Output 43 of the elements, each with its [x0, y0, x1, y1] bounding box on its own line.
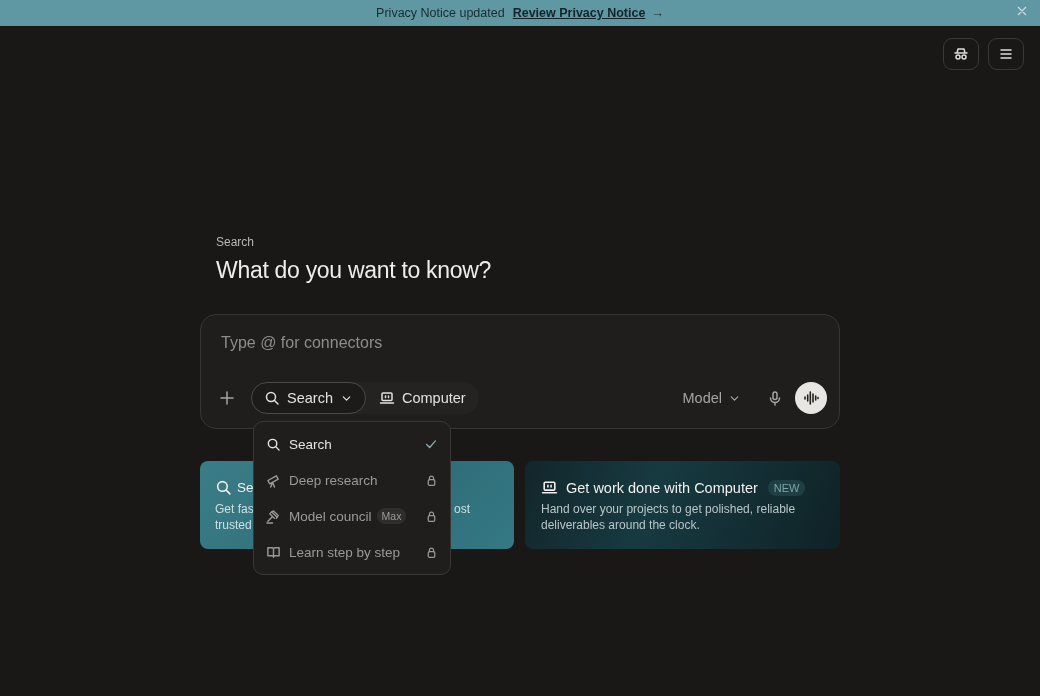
telescope-icon [266, 472, 281, 488]
card-text: Hand over your projects to get polished, reliable [541, 501, 796, 517]
mode-label: Search [215, 235, 256, 249]
waveform-icon [803, 390, 819, 406]
new-badge: NEW [767, 479, 806, 496]
model-dropdown[interactable]: Model [676, 384, 747, 412]
menu-button[interactable] [988, 38, 1024, 70]
lock-icon [425, 545, 438, 559]
glasses-icon [953, 46, 969, 62]
plus-icon [219, 390, 235, 406]
plan-badge: Max [376, 508, 407, 524]
menu-item[interactable]: Deep research [266, 462, 438, 498]
lock-icon [425, 509, 438, 523]
laptop-icon [541, 479, 558, 496]
feature-card[interactable]: Get work done with Computer NEW Hand over your projects to get polished, reliable deliverables around the clock. [525, 461, 840, 549]
arrow-glyph: → [651, 6, 664, 20]
card-text: ost [454, 501, 470, 517]
voice-mode-button[interactable] [795, 382, 827, 414]
card-title: Get work done with Computer [566, 479, 758, 496]
search-icon [264, 390, 280, 406]
card-text: Get fas [215, 501, 254, 517]
banner-text: Privacy Notice updated [376, 6, 505, 20]
gavel-icon [266, 508, 281, 524]
close-icon [1016, 5, 1028, 17]
card-text: deliverables around the clock. [541, 517, 700, 533]
card-title: Se [237, 480, 254, 495]
menu-item[interactable]: Learn step by step [266, 534, 438, 570]
microphone-icon [767, 390, 783, 406]
page-heading: What do you want to know? [216, 257, 493, 284]
laptop-icon [378, 390, 395, 406]
search-icon [215, 479, 232, 496]
incognito-button[interactable] [943, 38, 979, 70]
menu-item[interactable]: Search [266, 426, 438, 462]
mode-button[interactable]: Search [251, 382, 366, 414]
menu-icon [998, 46, 1014, 62]
query-field[interactable]: Type @ for connectors [221, 332, 827, 354]
search-icon [266, 436, 281, 452]
menu-item[interactable]: Model council Max [266, 498, 438, 534]
mode-button[interactable]: Computer [365, 382, 479, 414]
lock-icon [425, 473, 438, 487]
review-link[interactable]: Review Privacy Notice [512, 6, 646, 20]
card-text: trusted [215, 517, 252, 533]
book-icon [266, 544, 281, 560]
